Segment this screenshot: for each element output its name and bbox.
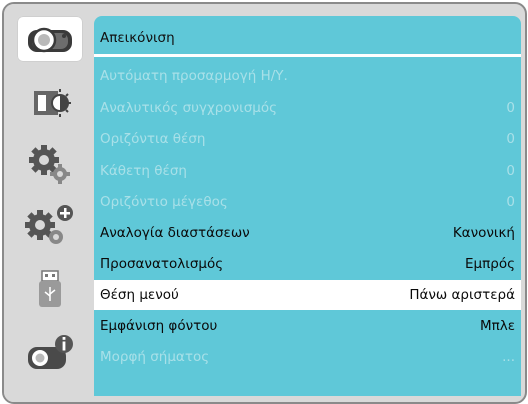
menu-item-menu-position[interactable]: Θέση μενού Πάνω αριστερά <box>94 280 521 310</box>
tab-extended-settings[interactable] <box>17 202 83 248</box>
menu-item-signal-format[interactable]: Μορφή σήματος ... <box>94 342 521 372</box>
menu-item-horizontal-size[interactable]: Οριζόντιο μέγεθος 0 <box>94 187 521 217</box>
osd-menu-frame: Απεικόνιση Αυτόματη προσαρμογή Η/Υ. Αναλ… <box>2 2 527 404</box>
menu-item-value: Εμπρός <box>465 256 515 272</box>
menu-content-panel: Απεικόνιση Αυτόματη προσαρμογή Η/Υ. Αναλ… <box>94 16 521 396</box>
menu-item-background-display[interactable]: Εμφάνιση φόντου Μπλε <box>94 311 521 341</box>
tab-usb[interactable] <box>17 266 83 312</box>
menu-item-label: Οριζόντια θέση <box>100 131 206 147</box>
tab-picture[interactable] <box>17 80 83 126</box>
menu-item-value: 0 <box>506 131 515 147</box>
title-divider <box>94 54 521 57</box>
menu-title: Απεικόνιση <box>100 30 175 46</box>
menu-item-value: 0 <box>506 194 515 210</box>
menu-item-label: Μορφή σήματος <box>100 349 210 365</box>
picture-brightness-icon <box>34 89 71 117</box>
menu-item-value: Κανονική <box>452 225 515 241</box>
menu-item-value: 0 <box>506 163 515 179</box>
menu-item-fine-sync[interactable]: Αναλυτικός συγχρονισμός 0 <box>94 93 521 123</box>
tab-setup[interactable] <box>17 142 83 188</box>
menu-item-label: Εμφάνιση φόντου <box>100 318 218 334</box>
menu-item-label: Κάθετη θέση <box>100 163 187 179</box>
menu-item-label: Προσανατολισμός <box>100 256 224 272</box>
menu-item-label: Αναλυτικός συγχρονισμός <box>100 100 278 116</box>
menu-item-value: 0 <box>506 100 515 116</box>
settings-gear-icon <box>29 145 70 184</box>
menu-item-value: Πάνω αριστερά <box>409 287 515 303</box>
projector-info-icon <box>28 335 73 369</box>
menu-sidebar <box>4 4 96 402</box>
tab-information[interactable] <box>17 330 83 376</box>
extended-settings-gear-icon <box>25 205 73 244</box>
menu-item-label: Αναλογία διαστάσεων <box>100 225 250 241</box>
menu-item-value: Μπλε <box>479 318 515 334</box>
menu-item-projection-mode[interactable]: Προσανατολισμός Εμπρός <box>94 249 521 279</box>
usb-icon <box>39 270 61 307</box>
menu-item-label: Αυτόματη προσαρμογή Η/Υ. <box>100 68 288 84</box>
menu-item-value: ... <box>502 349 515 365</box>
menu-item-horizontal-position[interactable]: Οριζόντια θέση 0 <box>94 124 521 154</box>
menu-item-label: Οριζόντιο μέγεθος <box>100 194 228 210</box>
menu-item-label: Θέση μενού <box>100 287 179 303</box>
menu-item-aspect-ratio[interactable]: Αναλογία διαστάσεων Κανονική <box>94 218 521 248</box>
projector-icon <box>28 27 72 53</box>
tab-display[interactable] <box>17 16 83 62</box>
menu-item-vertical-position[interactable]: Κάθετη θέση 0 <box>94 156 521 186</box>
menu-item-auto-pc-adjust[interactable]: Αυτόματη προσαρμογή Η/Υ. <box>94 61 521 91</box>
